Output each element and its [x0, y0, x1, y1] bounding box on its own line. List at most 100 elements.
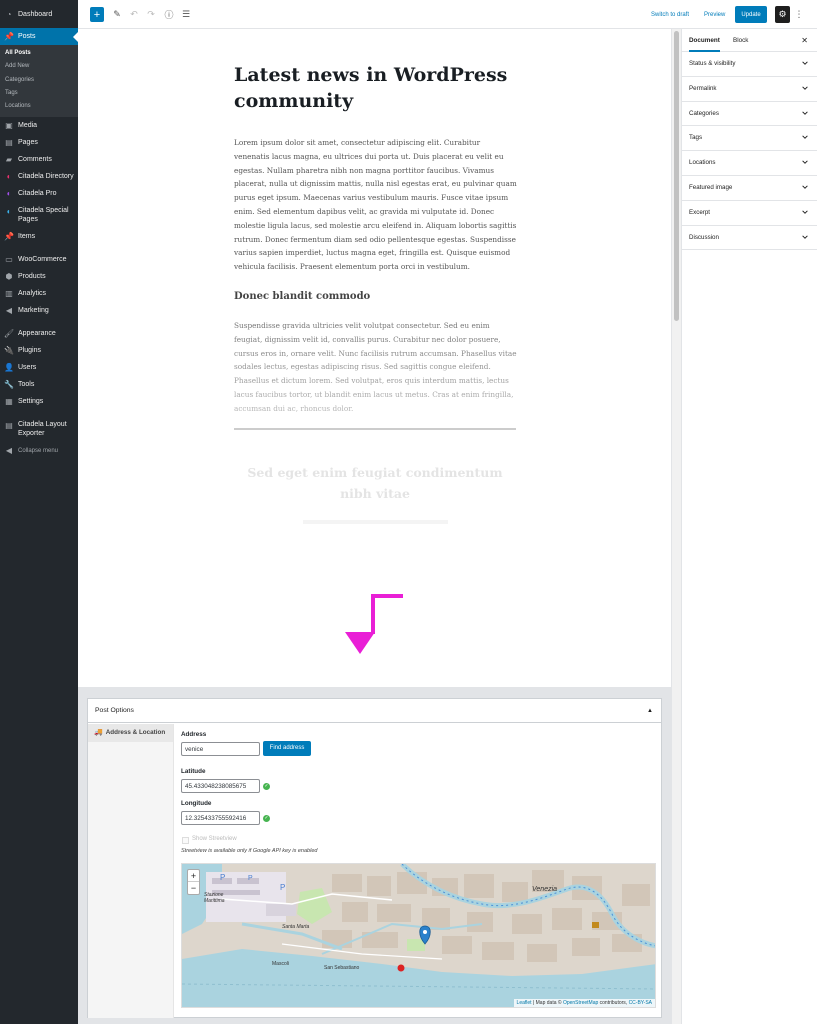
menu-settings[interactable]: ▦ Settings [0, 393, 78, 410]
menu-media[interactable]: ▣ Media [0, 117, 78, 134]
streetview-note: Streetview is available only if Google A… [181, 848, 318, 854]
leaflet-link[interactable]: Leaflet [517, 1000, 532, 1006]
menu-citadela-special-pages[interactable]: ◐ Citadela Special Pages [0, 202, 78, 228]
menu-citadela-layout-exporter[interactable]: ▤ Citadela Layout Exporter [0, 416, 78, 442]
menu-marketing[interactable]: ◀ Marketing [0, 302, 78, 319]
menu-pages[interactable]: ▤ Pages [0, 134, 78, 151]
menu-appearance[interactable]: 🖌 Appearance [0, 325, 78, 342]
map-label-san-sebastiano: San Sebastiano [324, 965, 360, 971]
panel-categories[interactable]: Categories [682, 102, 817, 127]
panel-permalink[interactable]: Permalink [682, 77, 817, 102]
tab-address-location[interactable]: 🚚 Address & Location [88, 724, 173, 742]
find-address-button[interactable]: Find address [263, 741, 311, 756]
menu-users[interactable]: 👤 Users [0, 359, 78, 376]
chevron-down-icon [802, 61, 808, 65]
menu-marketing-label: Marketing [18, 307, 49, 315]
analytics-icon: ▥ [5, 289, 13, 299]
paragraph-block[interactable]: Lorem ipsum dolor sit amet, consectetur … [234, 136, 517, 274]
preview-button[interactable]: Preview [704, 7, 725, 22]
settings-toggle-button[interactable]: ⚙ [775, 6, 790, 23]
menu-posts-label: Posts [18, 33, 36, 40]
pin-icon: 📌 [4, 32, 14, 41]
panel-excerpt[interactable]: Excerpt [682, 201, 817, 226]
menu-citadela-layout-exporter-label: Citadela Layout Exporter [18, 421, 67, 438]
submenu-add-new[interactable]: Add New [0, 60, 78, 73]
edit-tool-button[interactable]: ✎ [111, 7, 123, 22]
menu-citadela-directory[interactable]: ◐ Citadela Directory [0, 168, 78, 185]
panel-locations[interactable]: Locations [682, 151, 817, 176]
menu-comments[interactable]: ▰ Comments [0, 151, 78, 168]
menu-woocommerce[interactable]: ▭ WooCommerce [0, 251, 78, 268]
zoom-out-button[interactable]: − [188, 882, 199, 894]
menu-tools[interactable]: 🔧 Tools [0, 376, 78, 393]
map-label-mascoli: Mascoli [272, 961, 289, 967]
menu-dashboard[interactable]: ◔ Dashboard [0, 6, 78, 23]
panel-discussion[interactable]: Discussion [682, 226, 817, 251]
metabox-area: Post Options ▲ 🚚 Address & Location Addr… [78, 687, 671, 1024]
undo-icon: ↶ [130, 9, 138, 19]
submenu-locations[interactable]: Locations [0, 100, 78, 113]
exporter-icon: ▤ [5, 420, 13, 430]
editor-toolbar: + ✎ ↶ ↷ ⓘ ☰ Switch to draft Preview Upda… [78, 0, 817, 29]
zoom-in-button[interactable]: + [188, 870, 199, 882]
tab-block[interactable]: Block [733, 29, 748, 52]
show-streetview-label: Show Streetview [192, 836, 237, 842]
editor-scrollbar[interactable] [671, 29, 681, 1024]
tab-document[interactable]: Document [689, 29, 720, 52]
menu-citadela-pro[interactable]: ◐ Citadela Pro [0, 185, 78, 202]
menu-items[interactable]: 📌 Items [0, 228, 78, 245]
scrollbar-thumb[interactable] [674, 31, 679, 321]
post-options-metabox: Post Options ▲ 🚚 Address & Location Addr… [87, 698, 662, 1018]
content-info-button[interactable]: ⓘ [163, 7, 175, 22]
items-icon: 📌 [4, 232, 14, 242]
panel-tags[interactable]: Tags [682, 126, 817, 152]
menu-products[interactable]: ⬢ Products [0, 268, 78, 285]
menu-tools-label: Tools [18, 381, 35, 389]
svg-text:P: P [280, 883, 285, 892]
attribution-contrib: contributors, [598, 1000, 629, 1006]
chevron-down-icon [802, 135, 808, 140]
menu-plugins[interactable]: 🔌 Plugins [0, 342, 78, 359]
map-tiles: P P P [182, 864, 655, 1007]
longitude-input[interactable] [181, 811, 260, 825]
latitude-input[interactable] [181, 779, 260, 793]
menu-users-label: Users [18, 364, 37, 372]
collapse-toggle-icon[interactable]: ▲ [647, 699, 653, 723]
brush-icon: 🖌 [3, 329, 15, 339]
submenu-all-posts[interactable]: All Posts [0, 47, 78, 60]
menu-collapse[interactable]: ◀ Collapse menu [0, 442, 78, 459]
menu-posts[interactable]: 📌 Posts [0, 28, 78, 45]
panel-featured-image[interactable]: Featured image [682, 176, 817, 201]
osm-link[interactable]: OpenStreetMap [563, 1000, 598, 1006]
menu-analytics[interactable]: ▥ Analytics [0, 285, 78, 302]
menu-appearance-label: Appearance [18, 330, 56, 338]
redo-icon: ↷ [147, 9, 155, 19]
user-icon: 👤 [4, 363, 14, 373]
add-block-button[interactable]: + [90, 7, 104, 22]
post-title[interactable]: Latest news in WordPress community [234, 62, 534, 114]
latitude-label: Latitude [181, 768, 206, 775]
show-streetview-checkbox[interactable] [182, 837, 189, 844]
megaphone-icon: ◀ [5, 306, 13, 316]
submenu-tags[interactable]: Tags [0, 87, 78, 100]
address-input[interactable] [181, 742, 260, 756]
panel-status-visibility[interactable]: Status & visibility [682, 52, 817, 77]
menu-comments-label: Comments [18, 156, 52, 164]
submenu-categories[interactable]: Categories [0, 74, 78, 87]
heading-block[interactable]: Donec blandit commodo [234, 291, 370, 302]
more-menu-button[interactable]: ⋮ [795, 7, 804, 22]
separator-block[interactable] [234, 428, 516, 430]
posts-submenu: All Posts Add New Categories Tags Locati… [0, 45, 78, 118]
post-options-header[interactable]: Post Options ▲ [88, 699, 661, 723]
citadela-directory-icon: ◐ [6, 172, 12, 182]
switch-to-draft-button[interactable]: Switch to draft [651, 7, 689, 22]
svg-text:P: P [248, 875, 253, 882]
location-map[interactable]: P P P Venezia Stazione Marittima Santa M… [181, 863, 656, 1008]
block-navigation-button[interactable]: ☰ [180, 7, 192, 22]
license-link[interactable]: CC-BY-SA [629, 1000, 652, 1006]
undo-button[interactable]: ↶ [128, 7, 140, 22]
update-button[interactable]: Update [735, 6, 767, 23]
close-sidebar-button[interactable]: ✕ [801, 29, 808, 52]
panel-title: Status & visibility [689, 60, 736, 67]
redo-button[interactable]: ↷ [145, 7, 157, 22]
